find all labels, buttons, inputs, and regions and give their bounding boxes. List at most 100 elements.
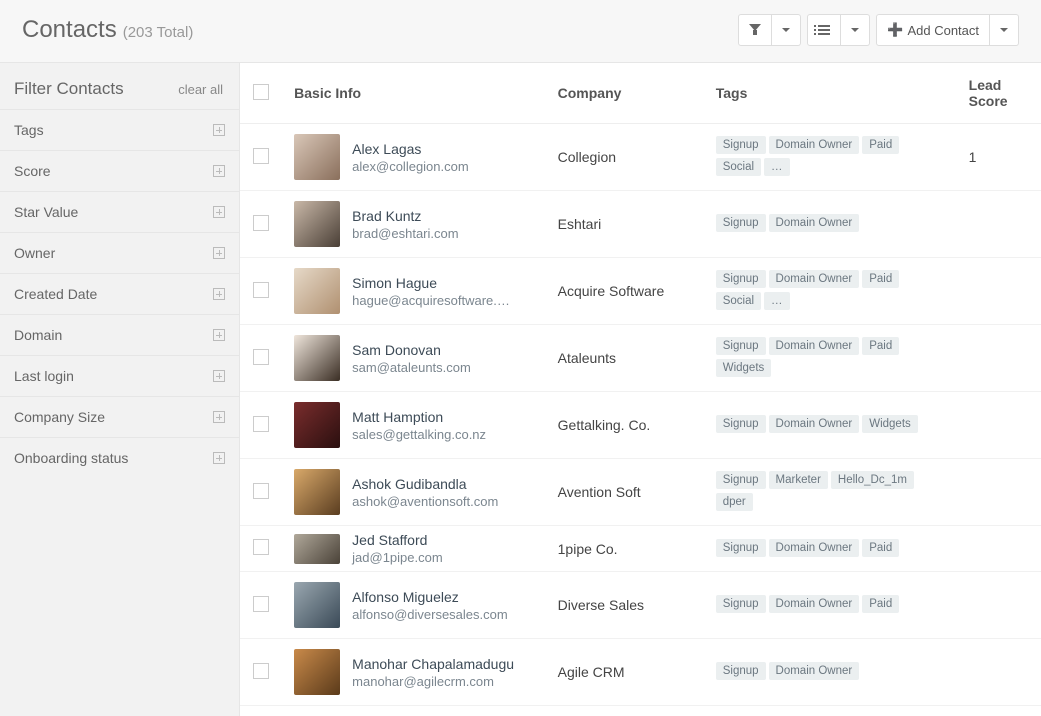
tag-chip[interactable]: Signup (716, 136, 766, 154)
contact-name[interactable]: Jed Stafford (352, 532, 443, 548)
tag-chip[interactable]: Domain Owner (769, 415, 860, 433)
row-checkbox[interactable] (253, 483, 269, 499)
row-checkbox[interactable] (253, 596, 269, 612)
contact-email[interactable]: manohar@agilecrm.com (352, 674, 514, 689)
tag-chip[interactable]: Signup (716, 595, 766, 613)
view-dropdown-button[interactable] (841, 14, 870, 46)
contact-email[interactable]: sales@gettalking.co.nz (352, 427, 486, 442)
add-contact-dropdown-button[interactable] (990, 14, 1019, 46)
tag-chip[interactable]: Signup (716, 662, 766, 680)
filter-item[interactable]: Created Date (0, 273, 239, 314)
tag-chip[interactable]: Widgets (716, 359, 772, 377)
tag-chip[interactable]: … (764, 158, 790, 176)
contact-name[interactable]: Sam Donovan (352, 342, 471, 358)
tag-chip[interactable]: Social (716, 292, 761, 310)
tag-chip[interactable]: Marketer (769, 471, 828, 489)
col-header-basic[interactable]: Basic Info (282, 63, 545, 124)
row-checkbox[interactable] (253, 349, 269, 365)
tag-chip[interactable]: Signup (716, 415, 766, 433)
contact-name[interactable]: Alex Lagas (352, 141, 469, 157)
contact-name[interactable]: Simon Hague (352, 275, 510, 291)
table-row[interactable]: Alex Lagasalex@collegion.comCollegionSig… (240, 124, 1041, 191)
col-header-select (240, 63, 282, 124)
company-cell: Eshtari (546, 191, 704, 258)
tag-chip[interactable]: Signup (716, 214, 766, 232)
tag-chip[interactable]: Paid (862, 539, 899, 557)
clear-all-link[interactable]: clear all (178, 82, 223, 97)
tag-chip[interactable]: Domain Owner (769, 270, 860, 288)
col-header-lead[interactable]: Lead Score (957, 63, 1041, 124)
contact-email[interactable]: jad@1pipe.com (352, 550, 443, 565)
filter-item[interactable]: Star Value (0, 191, 239, 232)
table-row[interactable]: Jed Staffordjad@1pipe.com1pipe Co.Signup… (240, 526, 1041, 572)
contact-name[interactable]: Ashok Gudibandla (352, 476, 498, 492)
contact-name[interactable]: Brad Kuntz (352, 208, 458, 224)
plus-icon: ➕ (887, 22, 903, 38)
table-row[interactable]: Ashok Gudibandlaashok@aventionsoft.comAv… (240, 459, 1041, 526)
filter-button[interactable] (738, 14, 772, 46)
filter-item[interactable]: Score (0, 150, 239, 191)
contact-email[interactable]: brad@eshtari.com (352, 226, 458, 241)
avatar (294, 201, 340, 247)
tag-chip[interactable]: Social (716, 158, 761, 176)
lead-score-cell (957, 325, 1041, 392)
filter-item[interactable]: Onboarding status (0, 437, 239, 478)
contact-email[interactable]: hague@acquiresoftware.… (352, 293, 510, 308)
row-checkbox[interactable] (253, 539, 269, 555)
tag-chip[interactable]: Domain Owner (769, 662, 860, 680)
contact-email[interactable]: alfonso@diversesales.com (352, 607, 508, 622)
filter-item[interactable]: Domain (0, 314, 239, 355)
contact-email[interactable]: sam@ataleunts.com (352, 360, 471, 375)
col-header-tags[interactable]: Tags (704, 63, 957, 124)
tag-chip[interactable]: Domain Owner (769, 539, 860, 557)
filter-item[interactable]: Tags (0, 109, 239, 150)
tag-chip[interactable]: Widgets (862, 415, 918, 433)
contact-text: Matt Hamption sales@gettalking.co.nz (352, 409, 486, 442)
filter-dropdown-button[interactable] (772, 14, 801, 46)
row-checkbox[interactable] (253, 215, 269, 231)
contact-name[interactable]: Manohar Chapalamadugu (352, 656, 514, 672)
tag-chip[interactable]: dper (716, 493, 753, 511)
tag-chip[interactable]: Domain Owner (769, 595, 860, 613)
contact-text: Jed Stafford jad@1pipe.com (352, 532, 443, 565)
row-checkbox[interactable] (253, 663, 269, 679)
row-checkbox[interactable] (253, 416, 269, 432)
tag-chip[interactable]: Signup (716, 471, 766, 489)
tag-chip[interactable]: Domain Owner (769, 214, 860, 232)
tag-chip[interactable]: Domain Owner (769, 136, 860, 154)
tag-chip[interactable]: … (764, 292, 790, 310)
tag-chip[interactable]: Paid (862, 270, 899, 288)
row-checkbox[interactable] (253, 148, 269, 164)
select-all-checkbox[interactable] (253, 84, 269, 100)
filter-item[interactable]: Last login (0, 355, 239, 396)
table-row[interactable]: Sam Donovansam@ataleunts.comAtaleuntsSig… (240, 325, 1041, 392)
tag-chip[interactable]: Signup (716, 539, 766, 557)
tag-chip[interactable]: Paid (862, 337, 899, 355)
contact-name[interactable]: Alfonso Miguelez (352, 589, 508, 605)
tag-chip[interactable]: Paid (862, 595, 899, 613)
contact-email[interactable]: ashok@aventionsoft.com (352, 494, 498, 509)
add-contact-button[interactable]: ➕ Add Contact (876, 14, 990, 46)
tag-chip[interactable]: Domain Owner (769, 337, 860, 355)
filter-item[interactable]: Company Size (0, 396, 239, 437)
tag-chip[interactable]: Signup (716, 337, 766, 355)
table-row[interactable]: Manohar Chapalamadugu manohar@agilecrm.co… (240, 639, 1041, 706)
table-row[interactable]: Brad Kuntz brad@eshtari.com Eshtari SignupD… (240, 191, 1041, 258)
filter-item[interactable]: Owner (0, 232, 239, 273)
tag-chip[interactable]: Signup (716, 270, 766, 288)
tag-chip[interactable]: Paid (862, 136, 899, 154)
contact-email[interactable]: alex@collegion.com (352, 159, 469, 174)
row-checkbox[interactable] (253, 282, 269, 298)
list-view-button[interactable] (807, 14, 841, 46)
filter-label: Onboarding status (14, 450, 128, 466)
add-contact-label: Add Contact (907, 23, 979, 38)
contact-name[interactable]: Matt Hamption (352, 409, 486, 425)
col-header-company[interactable]: Company (546, 63, 704, 124)
filter-list: TagsScoreStar ValueOwnerCreated DateDoma… (0, 109, 239, 478)
row-select-cell (240, 392, 282, 459)
contact-text: Brad Kuntz brad@eshtari.com (352, 208, 458, 241)
table-row[interactable]: Simon Haguehague@acquiresoftware.…Acquir… (240, 258, 1041, 325)
table-row[interactable]: Matt Hamptionsales@gettalking.co.nzGetta… (240, 392, 1041, 459)
tag-chip[interactable]: Hello_Dc_1m (831, 471, 914, 489)
table-row[interactable]: Alfonso Miguelez alfonso@diversesales.com… (240, 572, 1041, 639)
